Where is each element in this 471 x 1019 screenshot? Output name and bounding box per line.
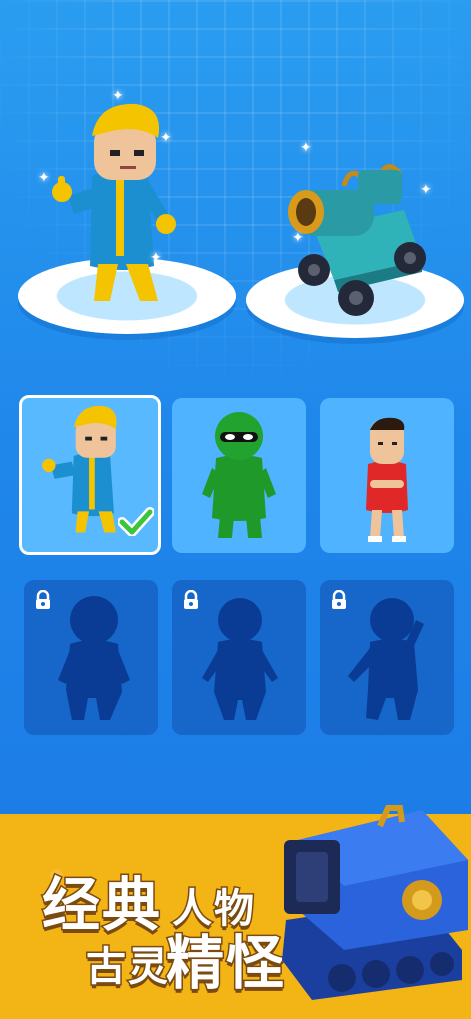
roster-card-green-masked[interactable] bbox=[172, 398, 306, 553]
sparkle-icon: ✦ bbox=[292, 230, 304, 246]
sparkle-icon: ✦ bbox=[160, 130, 172, 146]
sparkle-icon: ✦ bbox=[150, 250, 162, 266]
slogan-line2-small: 古灵 bbox=[85, 943, 170, 992]
lock-icon bbox=[332, 590, 346, 609]
green-masked-figure bbox=[202, 412, 276, 538]
lock-icon bbox=[184, 590, 198, 609]
slogan-line2-big: 精怪 bbox=[164, 928, 287, 999]
roster-card-locked-2[interactable] bbox=[172, 580, 306, 735]
red-shirt-kid-figure bbox=[366, 417, 408, 542]
tank-vehicle-figure bbox=[282, 805, 468, 1000]
sparkle-icon: ✦ bbox=[112, 88, 124, 104]
featured-cannon-car-figure bbox=[288, 164, 426, 316]
featured-character-figure bbox=[52, 103, 176, 301]
roster-card-locked-1[interactable] bbox=[24, 580, 158, 735]
sparkle-icon: ✦ bbox=[300, 140, 312, 156]
lock-icon bbox=[36, 590, 50, 609]
roster-card-blonde-hero[interactable] bbox=[19, 395, 161, 555]
check-icon bbox=[118, 507, 154, 536]
roster-card-red-shirt-kid[interactable] bbox=[320, 398, 454, 553]
sparkle-icon: ✦ bbox=[420, 182, 432, 198]
roster-card-locked-3[interactable] bbox=[320, 580, 454, 735]
sparkle-icon: ✦ bbox=[38, 170, 50, 186]
slogan-line1-big: 经典 bbox=[40, 870, 163, 941]
